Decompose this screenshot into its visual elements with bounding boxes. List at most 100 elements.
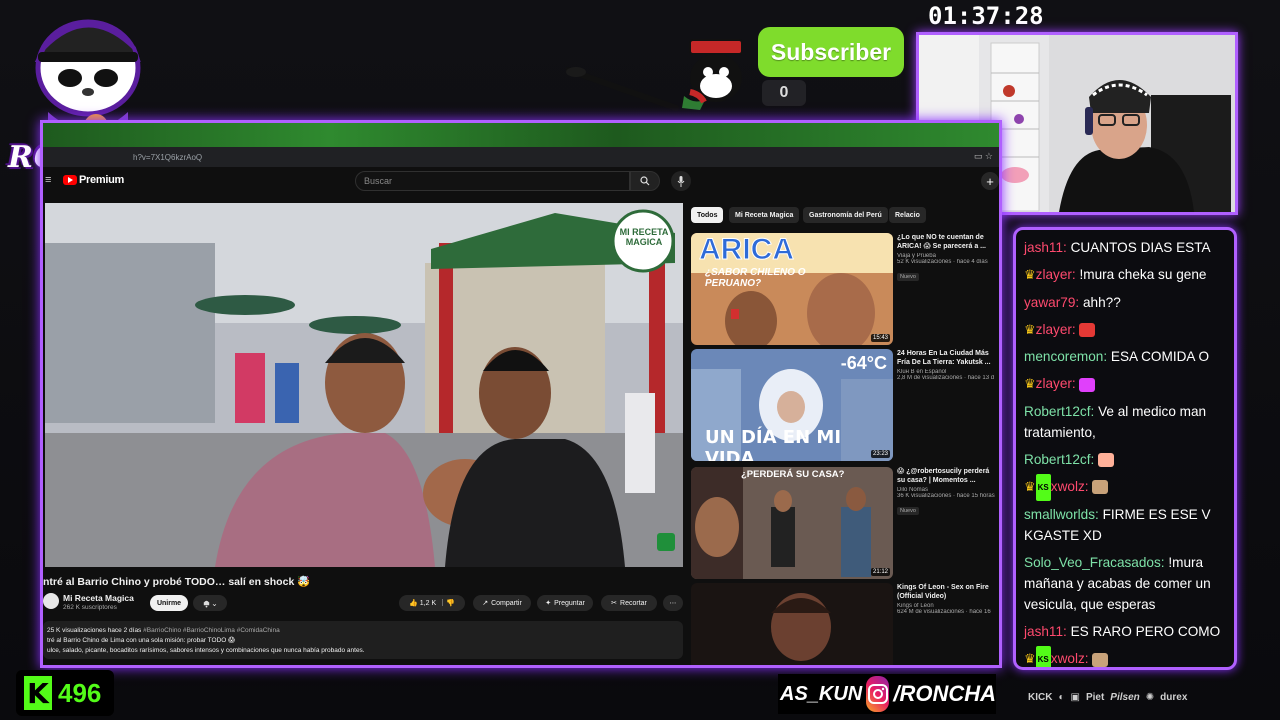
voice-search-button[interactable] — [671, 171, 691, 191]
channel-subscribers: 262 K suscriptores — [63, 604, 117, 611]
channel-row: Mi Receta Magica 262 K suscriptores Unir… — [43, 593, 683, 615]
recommendation-title[interactable]: 😱 ¿@robertosucily perderá su casa? | Mom… — [897, 467, 997, 485]
youtube-brand-label: Premium — [79, 174, 124, 186]
crown-badge-icon: ♛ — [1024, 321, 1036, 337]
bell-icon — [203, 600, 210, 608]
video-frame — [45, 203, 683, 567]
chat-username[interactable]: xwolz: — [1051, 651, 1089, 666]
chat-username[interactable]: zlayer: — [1036, 322, 1076, 337]
chat-username[interactable]: jash11: — [1024, 240, 1067, 255]
ask-label: Preguntar — [554, 599, 585, 607]
chat-text: CUANTOS DIAS ESTA — [1070, 240, 1211, 255]
plus-logo: ✺ — [1145, 691, 1155, 703]
chat-username[interactable]: yawar79: — [1024, 295, 1079, 310]
chevron-down-icon: ⌄ — [211, 598, 218, 608]
search-input[interactable]: Buscar — [355, 171, 630, 191]
chip-gastronomy[interactable]: Gastronomía del Perú — [803, 207, 888, 223]
clip-label: Recortar — [620, 599, 647, 607]
chat-username[interactable]: xwolz: — [1051, 479, 1089, 494]
emote-icon — [1092, 652, 1109, 667]
address-bar[interactable]: h?v=7X1Q6kzrAoQ ▭ ☆ — [43, 147, 999, 167]
chat-message: Robert12cf: — [1024, 446, 1226, 473]
chat-username[interactable]: Robert12cf: — [1024, 452, 1094, 467]
recommendation-item[interactable]: ARICA ¿SABOR CHILENO O PERUANO? 15:43 ¿L… — [691, 233, 999, 345]
mic-arm-icon — [566, 67, 679, 111]
chat-message: ♛zlayer: — [1024, 370, 1226, 397]
search-button[interactable] — [630, 171, 660, 191]
recommendation-title[interactable]: 24 Horas En La Ciudad Más Fría De La Tie… — [897, 349, 997, 367]
recommendation-item[interactable]: Kings Of Leon - Sex on Fire (Official Vi… — [691, 583, 999, 665]
recommendation-title[interactable]: Kings Of Leon - Sex on Fire (Official Vi… — [897, 583, 997, 601]
more-actions-button[interactable]: ⋯ — [663, 595, 683, 611]
menu-icon[interactable]: ≡ — [45, 174, 51, 186]
chat-message: Solo_Veo_Fracasados: !mura mañana y acab… — [1024, 549, 1226, 618]
crown-badge-icon: ♛ — [1024, 651, 1036, 667]
share-button[interactable]: ↗ Compartir — [473, 595, 531, 611]
video-watermark: MI RECETA MAGICA — [619, 227, 669, 247]
new-badge: Nuevo — [897, 507, 919, 515]
chip-related[interactable]: Relacio — [889, 207, 926, 223]
subscriber-count: 0 — [762, 80, 806, 106]
chat-message: ♛zlayer: — [1024, 316, 1226, 343]
recommendation-item[interactable]: -64°C UN DÍA EN MI VIDA 23:23 24 Horas E… — [691, 349, 999, 461]
clip-button[interactable]: ✂ Recortar — [601, 595, 657, 611]
like-button[interactable]: 👍 1,2 K — [409, 599, 436, 607]
chat-username[interactable]: smallworlds: — [1024, 507, 1099, 522]
chat-text: ESA COMIDA O — [1110, 349, 1210, 365]
recommendation-item[interactable]: ¿PERDERÁ SU CASA? 21:12 😱 ¿@robertosucil… — [691, 467, 999, 579]
join-button[interactable]: Unirme — [150, 595, 188, 611]
new-badge: Nuevo — [897, 273, 919, 281]
youtube-header: ≡ Premium Buscar + — [43, 167, 999, 195]
address-url: h?v=7X1Q6kzrAoQ — [133, 152, 203, 162]
recommendation-info: ¿Lo que NO te cuentan de ARICA! 😱 Se par… — [897, 233, 997, 283]
chat-message: Robert12cf: Ve al medico man tratamiento… — [1024, 398, 1226, 446]
filter-chips: Todos Mi Receta Magica Gastronomía del P… — [691, 207, 999, 223]
social-handle-2: /RONCHA — [893, 681, 996, 706]
thumbnail-image — [691, 467, 893, 579]
emote-icon — [1092, 480, 1109, 495]
ask-button[interactable]: ✦ Preguntar — [537, 595, 593, 611]
chat-message: ♛ KS xwolz: — [1024, 473, 1226, 502]
chat-username[interactable]: Solo_Veo_Fracasados: — [1024, 555, 1165, 570]
browser-actions-icon[interactable]: ▭ ☆ — [974, 151, 993, 162]
thumbnail-text-2: ¿SABOR CHILENO O PERUANO? — [705, 267, 806, 289]
chat-username[interactable]: mencoremon: — [1024, 349, 1107, 364]
chat-username[interactable]: zlayer: — [1036, 376, 1076, 391]
thumbnail-text-1: ¿PERDERÁ SU CASA? — [741, 469, 845, 480]
recommendation-thumbnail[interactable]: -64°C UN DÍA EN MI VIDA 23:23 — [691, 349, 893, 461]
piet-logo: Piet — [1085, 691, 1105, 703]
dislike-button[interactable]: ｜👎 — [439, 598, 455, 608]
channel-name[interactable]: Mi Receta Magica — [63, 593, 134, 603]
browser-tab-bar — [43, 123, 999, 147]
description-line-2: ulce, salado, picante, bocaditos rarísim… — [47, 647, 365, 654]
browser-window: h?v=7X1Q6kzrAoQ ▭ ☆ ≡ Premium Buscar + M… — [40, 120, 1002, 668]
thumbnail-image — [691, 583, 893, 665]
chat-username[interactable]: jash11: — [1024, 624, 1067, 639]
recommendation-thumbnail[interactable]: ¿PERDERÁ SU CASA? 21:12 — [691, 467, 893, 579]
youtube-logo[interactable]: Premium — [63, 174, 124, 186]
chip-channel[interactable]: Mi Receta Magica — [729, 207, 800, 223]
video-description[interactable]: 25 K visualizaciones hace 2 días #Barrio… — [43, 621, 683, 659]
recommendation-thumbnail[interactable]: ARICA ¿SABOR CHILENO O PERUANO? 15:43 — [691, 233, 893, 345]
subscribe-button: Subscriber — [758, 27, 904, 77]
recommendation-thumbnail[interactable] — [691, 583, 893, 665]
chat-message: smallworlds: FIRME ES ESE V KGASTE XD — [1024, 501, 1226, 549]
chat-message: mencoremon: ESA COMIDA O — [1024, 343, 1226, 370]
notifications-button[interactable]: ⌄ — [193, 595, 227, 611]
recommendation-meta: 52 K visualizaciones · hace 4 días — [897, 259, 988, 265]
scissors-icon: ✂ — [611, 600, 618, 607]
create-button[interactable]: + — [981, 172, 999, 190]
chat-username[interactable]: zlayer: — [1036, 267, 1076, 282]
chat-message: jash11: CUANTOS DIAS ESTA — [1024, 234, 1226, 261]
crown-badge-icon: ♛ — [1024, 376, 1036, 392]
chip-all[interactable]: Todos — [691, 207, 724, 223]
durex-logo: durex — [1160, 691, 1188, 703]
thumbnail-text-2: UN DÍA EN MI VIDA — [705, 427, 842, 461]
channel-avatar[interactable] — [43, 593, 59, 609]
chat-username[interactable]: Robert12cf: — [1024, 404, 1094, 419]
description-tags[interactable]: #BarrioChino #BarrioChinoLima #ComidaChi… — [143, 627, 280, 634]
video-duration: 15:43 — [870, 334, 890, 342]
video-player[interactable]: MI RECETA MAGICA — [45, 203, 683, 567]
recommendation-title[interactable]: ¿Lo que NO te cuentan de ARICA! 😱 Se par… — [897, 233, 997, 251]
viewer-count: 496 — [58, 677, 102, 708]
